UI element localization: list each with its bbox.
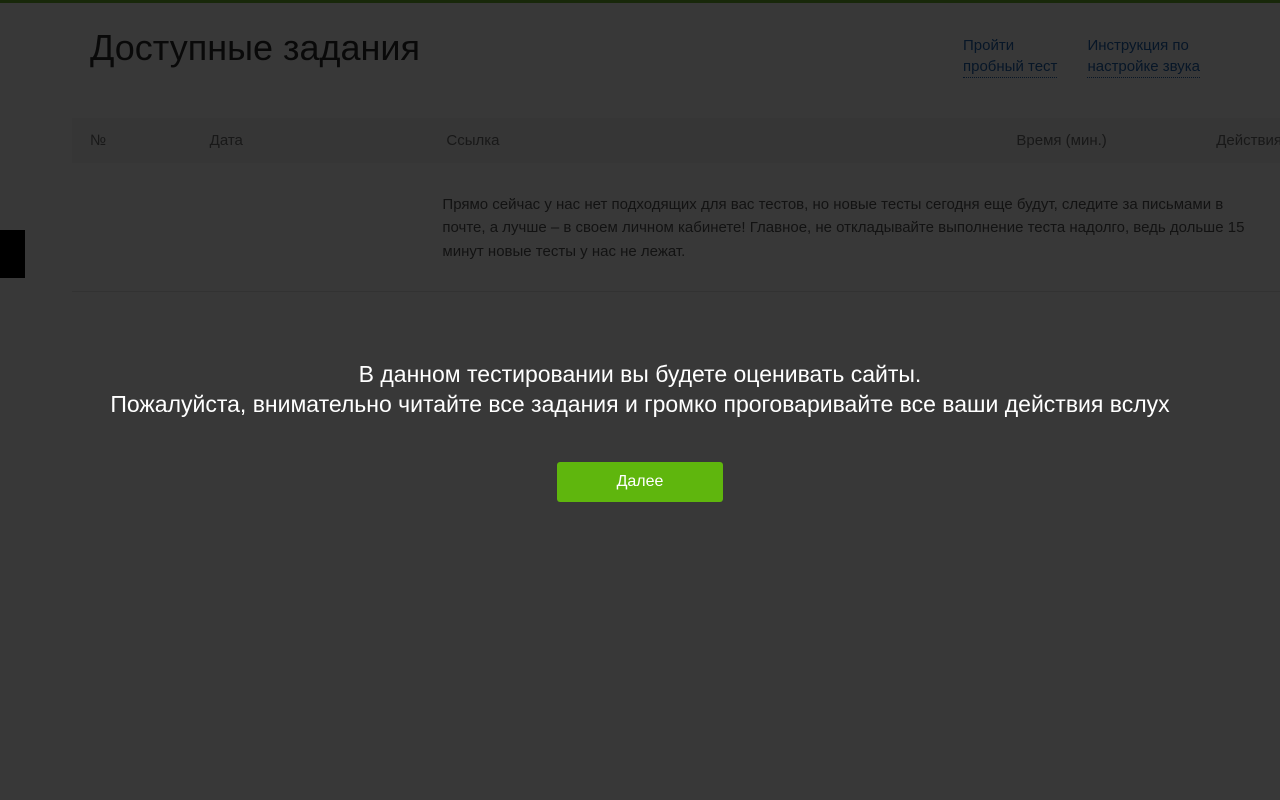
modal-text: В данном тестировании вы будете оцениват…: [110, 360, 1169, 420]
next-button[interactable]: Далее: [557, 462, 724, 502]
modal-text-line1: В данном тестировании вы будете оцениват…: [359, 361, 922, 387]
modal-text-line2: Пожалуйста, внимательно читайте все зада…: [110, 391, 1169, 417]
modal-overlay: В данном тестировании вы будете оцениват…: [0, 0, 1280, 800]
